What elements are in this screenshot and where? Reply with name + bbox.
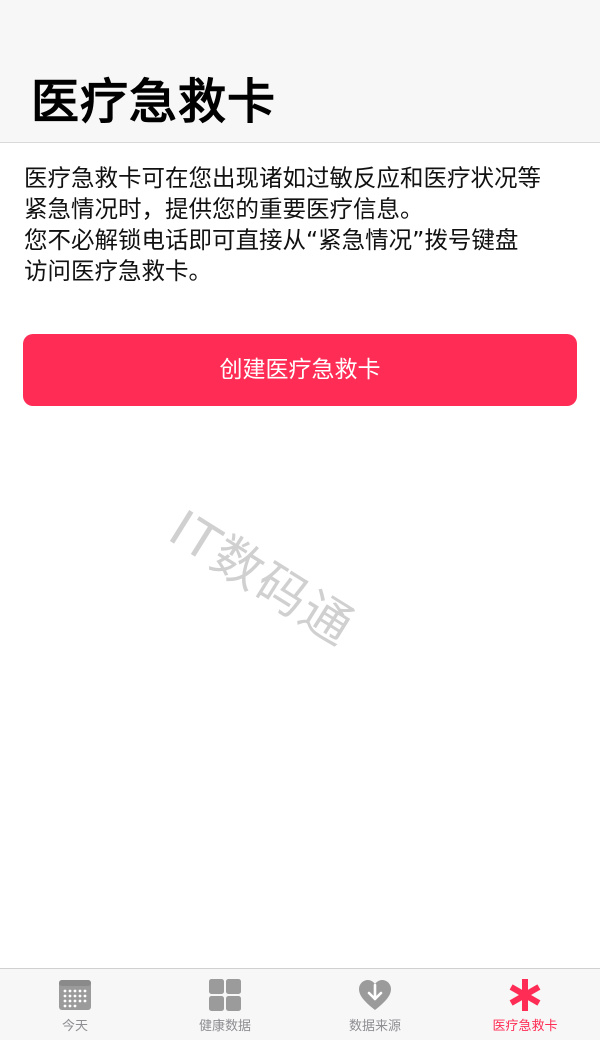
tab-today[interactable]: 今天	[0, 969, 150, 1040]
navigation-header: 医疗急救卡	[0, 0, 600, 143]
grid-icon	[209, 979, 241, 1011]
tab-bar: 今天 健康数据 数据来源 医疗急救卡	[0, 968, 600, 1040]
tab-health-data[interactable]: 健康数据	[150, 969, 300, 1040]
tab-sources[interactable]: 数据来源	[300, 969, 450, 1040]
medical-id-screen: 医疗急救卡 医疗急救卡可在您出现诸如过敏反应和医疗状况等 紧急情况时，提供您的重…	[0, 0, 600, 1040]
calendar-icon	[59, 980, 91, 1010]
asterisk-icon	[509, 979, 541, 1011]
tab-label: 健康数据	[198, 1019, 251, 1034]
create-medical-id-button[interactable]: 创建医疗急救卡	[23, 334, 577, 406]
tab-label: 今天	[61, 1019, 88, 1034]
heart-download-icon	[359, 980, 391, 1010]
description-line: 紧急情况时，提供您的重要医疗信息。	[24, 195, 424, 223]
watermark: IT数码通	[159, 499, 365, 658]
medical-id-description: 医疗急救卡可在您出现诸如过敏反应和医疗状况等 紧急情况时，提供您的重要医疗信息。…	[24, 163, 584, 287]
tab-label: 数据来源	[348, 1019, 401, 1034]
tab-label: 医疗急救卡	[492, 1019, 558, 1034]
tab-medical-id[interactable]: 医疗急救卡	[450, 969, 600, 1040]
description-line: 访问医疗急救卡。	[24, 257, 212, 285]
description-line: 医疗急救卡可在您出现诸如过敏反应和医疗状况等	[24, 164, 541, 192]
page-title: 医疗急救卡	[31, 74, 277, 130]
description-line: 您不必解锁电话即可直接从“紧急情况”拨号键盘	[24, 226, 519, 254]
